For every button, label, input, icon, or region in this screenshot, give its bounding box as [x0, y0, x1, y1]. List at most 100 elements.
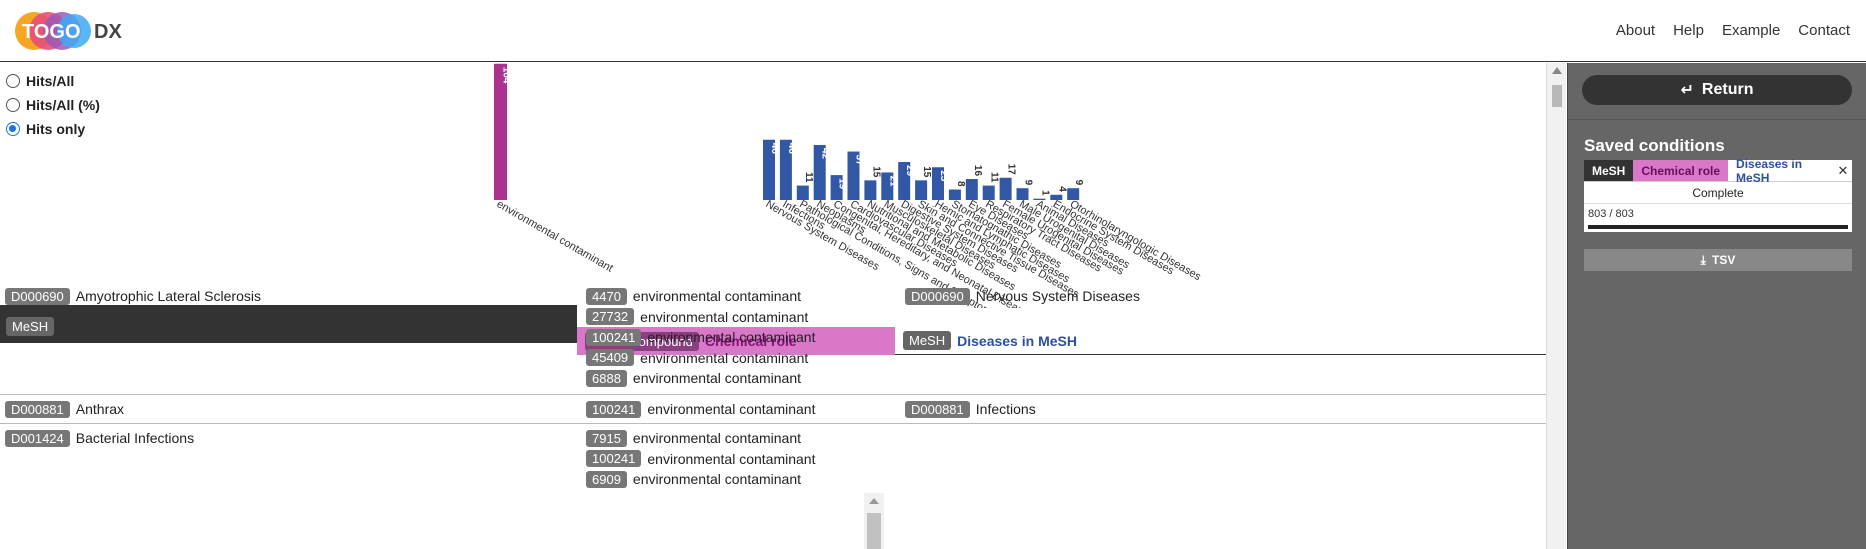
- cell-scrollbar[interactable]: [864, 493, 884, 549]
- bar-value-label: 11: [803, 172, 814, 183]
- chebi-id[interactable]: 45409: [586, 349, 635, 367]
- scroll-up-icon[interactable]: [1552, 67, 1562, 74]
- tsv-download-button[interactable]: ⤓ TSV: [1584, 249, 1852, 271]
- status-text: Complete: [1584, 182, 1852, 204]
- svg-text:TOGO: TOGO: [22, 21, 81, 43]
- bar-value-label: 21: [887, 175, 898, 187]
- chebi-id[interactable]: 27732: [586, 308, 635, 326]
- chemical-role: environmental contaminant: [632, 430, 802, 447]
- chemical-role: environmental contaminant: [632, 370, 802, 387]
- scroll-up-icon[interactable]: [869, 498, 879, 504]
- bar[interactable]: [965, 179, 978, 200]
- app-header: TOGO DX About Help Example Contact: [0, 0, 1866, 62]
- bar-value-label: 11: [989, 172, 1000, 183]
- distribution-chart: 104 environmental contaminant 46 Nervous Sy…: [494, 63, 1203, 308]
- disease-name: Infections: [975, 401, 1036, 418]
- svg-text:DX: DX: [94, 21, 122, 43]
- scroll-thumb[interactable]: [1552, 85, 1562, 107]
- mesh-id[interactable]: D000690: [5, 287, 70, 305]
- nav-contact[interactable]: Contact: [1798, 22, 1850, 39]
- chebi-id[interactable]: 6909: [586, 470, 627, 488]
- top-nav: About Help Example Contact: [1616, 22, 1850, 39]
- saved-condition-card: MeSH Chemical role Diseases in MeSH ✕ Co…: [1584, 156, 1852, 232]
- nav-example[interactable]: Example: [1722, 22, 1780, 39]
- togodx-logo[interactable]: TOGO DX: [14, 11, 126, 51]
- progress-bar: [1588, 225, 1848, 229]
- close-icon[interactable]: ✕: [1834, 160, 1852, 181]
- nav-help[interactable]: Help: [1673, 22, 1704, 39]
- mode-label: Hits/All (%): [26, 97, 100, 113]
- chemical-role: environmental contaminant: [640, 308, 809, 325]
- bar-value-label: 46: [786, 143, 797, 155]
- bar-value-label: 42: [820, 148, 831, 160]
- table-row: D000881 Anthrax 100241 environmental conta…: [0, 395, 1546, 424]
- mesh-cell: D001424 Bacterial Infections: [5, 428, 194, 449]
- chebi-id[interactable]: 100241: [586, 450, 642, 468]
- side-panel: ↵ Return Saved conditions MeSH Chemical …: [1567, 63, 1866, 549]
- tsv-label: TSV: [1711, 253, 1736, 267]
- chemical-cell: 100241 environmental contaminant: [586, 399, 816, 420]
- bar-value-label: 25: [938, 170, 949, 182]
- nav-about[interactable]: About: [1616, 22, 1655, 39]
- bar[interactable]: [999, 177, 1012, 200]
- table-row: D001424 Bacterial Infections 7915 environm…: [0, 424, 1546, 504]
- bar-value-label: 9: [1023, 180, 1034, 186]
- bar[interactable]: [915, 180, 928, 200]
- mesh-cell: D000881 Anthrax: [5, 399, 124, 420]
- mesh-name: Anthrax: [75, 401, 125, 418]
- bar[interactable]: [864, 180, 877, 200]
- condition-tag-diseases: Diseases in MeSH: [1736, 156, 1803, 185]
- chemical-role: environmental contaminant: [647, 329, 816, 346]
- mode-option-hits-all[interactable]: Hits/All: [6, 69, 100, 93]
- radio-hits-all[interactable]: [6, 74, 20, 88]
- bar-value-label: 9: [1073, 180, 1084, 186]
- chemical-cell: 4470 environmental contaminant 27732 envir…: [586, 286, 816, 389]
- bar-value-label: 17: [1006, 164, 1017, 176]
- radio-hits-only[interactable]: [6, 122, 20, 136]
- disease-cell: D000690 Nervous System Diseases: [905, 286, 1140, 307]
- disease-name: Nervous System Diseases: [975, 288, 1140, 305]
- mode-option-hits-all-percent[interactable]: Hits/All (%): [6, 93, 100, 117]
- condition-tags: MeSH Chemical role Diseases in MeSH ✕: [1584, 156, 1852, 185]
- scroll-thumb[interactable]: [867, 513, 881, 549]
- disease-id[interactable]: D000690: [905, 287, 970, 305]
- bar-value-label: 8: [955, 181, 966, 187]
- bar-value-label: 104: [501, 67, 512, 84]
- bar-value-label: 16: [972, 165, 983, 177]
- bar-value-label: 1: [1039, 190, 1050, 196]
- bar-value-label: 4: [1056, 186, 1067, 192]
- saved-conditions-title: Saved conditions: [1584, 136, 1725, 155]
- mode-label: Hits only: [26, 121, 86, 137]
- category-label: environmental contaminant: [495, 198, 615, 274]
- return-button[interactable]: ↵ Return: [1582, 75, 1852, 105]
- bar-value-label: 46: [769, 143, 780, 155]
- condition-tag-mesh: MeSH: [1584, 160, 1634, 181]
- radio-hits-all-percent[interactable]: [6, 98, 20, 112]
- bar-value-label: 29: [904, 165, 915, 177]
- mode-label: Hits/All: [26, 73, 75, 89]
- chemical-role: environmental contaminant: [632, 471, 802, 488]
- mesh-cell: D000690 Amyotrophic Lateral Sclerosis: [5, 286, 261, 307]
- bar-value-label: 15: [870, 166, 881, 178]
- disease-id[interactable]: D000881: [905, 400, 970, 418]
- mesh-name: Amyotrophic Lateral Sclerosis: [75, 288, 261, 305]
- bar[interactable]: [494, 63, 507, 201]
- bar-value-label: 19: [837, 178, 848, 190]
- chemical-role: environmental contaminant: [647, 401, 816, 418]
- chebi-id[interactable]: 100241: [586, 328, 642, 346]
- condition-tag-chemical-role: Chemical role: [1633, 160, 1729, 181]
- chebi-id[interactable]: 100241: [586, 400, 642, 418]
- chebi-id[interactable]: 4470: [586, 287, 627, 305]
- mode-selector: Hits/All Hits/All (%) Hits only: [6, 69, 100, 141]
- chebi-id[interactable]: 7915: [586, 429, 627, 447]
- table-row: D000690 Amyotrophic Lateral Sclerosis 447…: [0, 282, 1546, 395]
- chebi-id[interactable]: 6888: [586, 369, 627, 387]
- bar-value-label: 37: [854, 155, 865, 167]
- chemical-role: environmental contaminant: [647, 450, 816, 467]
- main-scrollbar[interactable]: [1546, 63, 1566, 549]
- chemical-role: environmental contaminant: [632, 288, 802, 305]
- mode-option-hits-only[interactable]: Hits only: [6, 117, 100, 141]
- mesh-id[interactable]: D001424: [5, 429, 70, 447]
- divider: [1568, 119, 1866, 120]
- mesh-id[interactable]: D000881: [5, 400, 70, 418]
